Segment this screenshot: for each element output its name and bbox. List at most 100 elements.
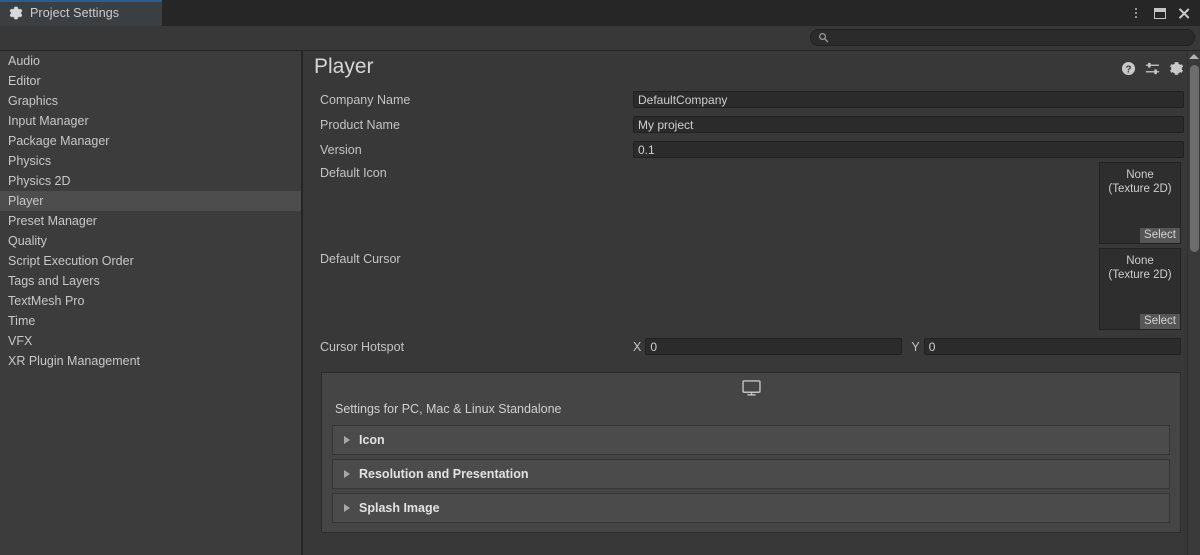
platform-tab-standalone[interactable] [734, 375, 768, 400]
chevron-right-icon [344, 470, 350, 478]
sidebar-item-label: TextMesh Pro [8, 294, 85, 308]
sidebar-item-label: Physics [8, 154, 52, 168]
sidebar-item-vfx[interactable]: VFX [0, 331, 301, 351]
chevron-right-icon [344, 436, 350, 444]
titlebar-spacer [162, 0, 1124, 26]
window-titlebar: Project Settings [0, 0, 1200, 26]
sidebar-item-label: Input Manager [8, 114, 89, 128]
product-name-label: Product Name [320, 117, 400, 132]
sidebar-item-label: Tags and Layers [8, 274, 100, 288]
cursor-hotspot-y-label: Y [911, 339, 920, 354]
gear-icon [9, 6, 23, 20]
cursor-hotspot-label: Cursor Hotspot [320, 339, 405, 354]
vertical-scrollbar[interactable] [1187, 51, 1200, 555]
sidebar-item-quality[interactable]: Quality [0, 231, 301, 251]
default-icon-select-button[interactable]: Select [1140, 228, 1180, 243]
platform-tab-bar [322, 373, 1180, 402]
sidebar-item-package-manager[interactable]: Package Manager [0, 131, 301, 151]
maximize-button[interactable] [1148, 0, 1172, 26]
field-row-product-name: Product Name My project [320, 112, 1200, 137]
field-row-default-cursor: Default Cursor None (Texture 2D) Select [320, 248, 1200, 334]
tab-label: Project Settings [30, 6, 120, 20]
scroll-up-button[interactable] [1189, 54, 1199, 59]
sidebar-item-label: Preset Manager [8, 214, 97, 228]
sidebar-item-label: Time [8, 314, 36, 328]
sidebar-item-tags-and-layers[interactable]: Tags and Layers [0, 271, 301, 291]
field-row-company-name: Company Name DefaultCompany [320, 87, 1200, 112]
sidebar-item-textmesh-pro[interactable]: TextMesh Pro [0, 291, 301, 311]
default-icon-value-line2: (Texture 2D) [1108, 183, 1172, 195]
field-row-cursor-hotspot: Cursor Hotspot X 0 Y 0 [320, 334, 1200, 359]
platform-settings-box: Settings for PC, Mac & Linux Standalone … [321, 372, 1181, 533]
company-name-input[interactable]: DefaultCompany [633, 91, 1184, 108]
default-cursor-value-line2: (Texture 2D) [1108, 269, 1172, 281]
sidebar-item-label: Physics 2D [8, 174, 71, 188]
more-options-button[interactable] [1124, 0, 1148, 26]
sidebar-item-physics[interactable]: Physics [0, 151, 301, 171]
sidebar-item-label: Package Manager [8, 134, 110, 148]
search-input[interactable] [834, 30, 1194, 45]
desktop-monitor-icon [741, 379, 761, 396]
sidebar-item-script-execution-order[interactable]: Script Execution Order [0, 251, 301, 271]
default-cursor-value: None (Texture 2D) [1100, 254, 1180, 282]
close-button[interactable] [1172, 0, 1196, 26]
sidebar-item-label: Editor [8, 74, 41, 88]
sidebar-item-label: Player [8, 194, 44, 208]
sidebar-item-input-manager[interactable]: Input Manager [0, 111, 301, 131]
default-cursor-object-field[interactable]: None (Texture 2D) Select [1099, 248, 1181, 330]
panel-header: Player ? [303, 51, 1200, 87]
player-settings-panel: Player ? Company Name DefaultCompany Pro… [303, 51, 1200, 555]
cursor-hotspot-x-input[interactable]: 0 [645, 338, 903, 355]
chevron-right-icon [344, 504, 350, 512]
page-title: Player [314, 55, 374, 78]
sidebar-item-audio[interactable]: Audio [0, 51, 301, 71]
sidebar-item-graphics[interactable]: Graphics [0, 91, 301, 111]
sidebar-item-label: Audio [8, 54, 40, 68]
default-icon-label: Default Icon [320, 166, 387, 180]
sidebar-item-label: VFX [8, 334, 33, 348]
more-vertical-icon [1135, 8, 1137, 18]
search-box[interactable] [810, 29, 1195, 46]
company-name-label: Company Name [320, 92, 411, 107]
default-icon-value: None (Texture 2D) [1100, 168, 1180, 196]
field-row-version: Version 0.1 [320, 137, 1200, 162]
gear-icon[interactable] [1169, 61, 1184, 76]
search-icon [819, 33, 829, 43]
default-icon-object-field[interactable]: None (Texture 2D) Select [1099, 162, 1181, 244]
foldout-splash-image[interactable]: Splash Image [332, 493, 1170, 523]
cursor-hotspot-x-label: X [633, 339, 642, 354]
search-toolbar [0, 26, 1200, 50]
project-settings-window: Project Settings Audio Editor Graphics I… [0, 0, 1200, 555]
platform-sections: Icon Resolution and Presentation Splash … [322, 425, 1180, 532]
foldout-label: Resolution and Presentation [359, 467, 529, 481]
foldout-label: Splash Image [359, 501, 440, 515]
sidebar-item-time[interactable]: Time [0, 311, 301, 331]
default-cursor-select-button[interactable]: Select [1140, 314, 1180, 329]
version-label: Version [320, 142, 362, 157]
sidebar-item-label: Quality [8, 234, 47, 248]
field-row-default-icon: Default Icon None (Texture 2D) Select [320, 162, 1200, 248]
sidebar-item-editor[interactable]: Editor [0, 71, 301, 91]
cursor-hotspot-y-input[interactable]: 0 [923, 338, 1181, 355]
panel-header-icons: ? [1121, 61, 1184, 76]
scrollbar-thumb[interactable] [1190, 65, 1199, 252]
sidebar-item-physics-2d[interactable]: Physics 2D [0, 171, 301, 191]
player-settings-form: Company Name DefaultCompany Product Name… [303, 87, 1200, 533]
svg-text:?: ? [1125, 64, 1131, 75]
default-cursor-label: Default Cursor [320, 252, 401, 266]
sidebar-item-label: XR Plugin Management [8, 354, 141, 368]
foldout-resolution-and-presentation[interactable]: Resolution and Presentation [332, 459, 1170, 489]
help-icon[interactable]: ? [1121, 61, 1136, 76]
sidebar-item-xr-plugin-management[interactable]: XR Plugin Management [0, 351, 301, 371]
sidebar-item-player[interactable]: Player [0, 191, 301, 211]
sidebar-item-preset-manager[interactable]: Preset Manager [0, 211, 301, 231]
maximize-icon [1154, 7, 1166, 19]
tab-project-settings[interactable]: Project Settings [0, 0, 162, 26]
foldout-label: Icon [359, 433, 385, 447]
version-input[interactable]: 0.1 [633, 141, 1184, 158]
foldout-icon[interactable]: Icon [332, 425, 1170, 455]
product-name-input[interactable]: My project [633, 116, 1184, 133]
default-cursor-value-line1: None [1126, 255, 1154, 267]
default-icon-value-line1: None [1126, 169, 1154, 181]
preset-icon[interactable] [1145, 61, 1160, 76]
